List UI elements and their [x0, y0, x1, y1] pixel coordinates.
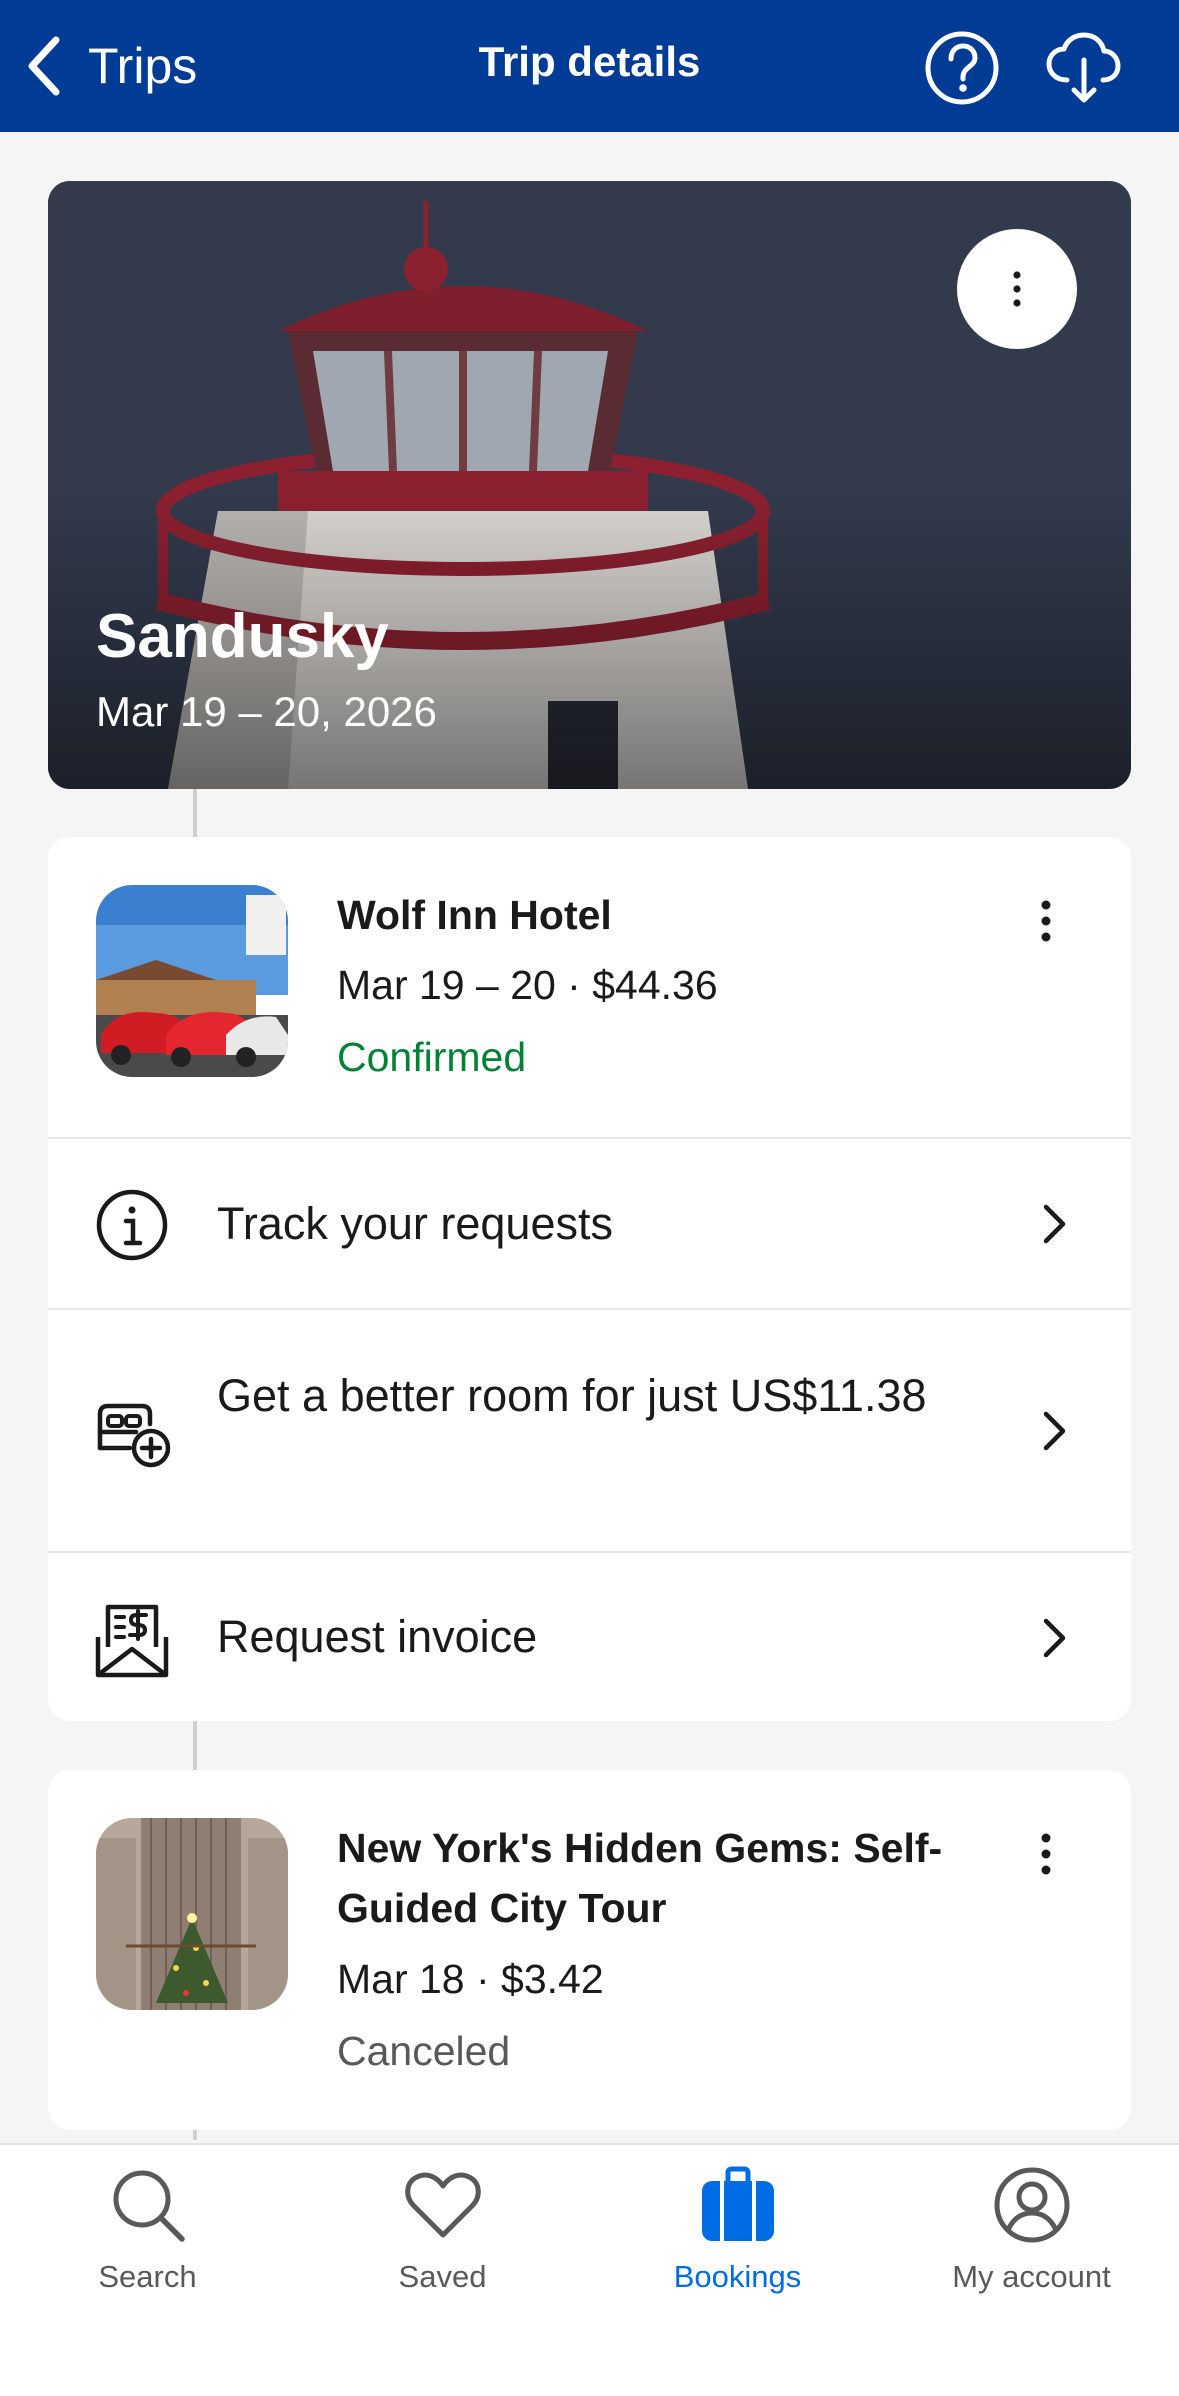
hotel-dates-price: Mar 19 – 20 · $44.36 — [337, 962, 718, 1008]
hotel-name: Wolf Inn Hotel — [337, 892, 612, 938]
request-invoice-label: Request invoice — [217, 1611, 538, 1662]
nav-search[interactable]: Search — [0, 2165, 295, 2365]
chevron-right-icon — [1036, 1199, 1072, 1249]
track-requests-label: Track your requests — [217, 1198, 613, 1249]
nav-my-account-label: My account — [952, 2259, 1111, 2294]
trip-dates: Mar 19 – 20, 2026 — [96, 688, 437, 735]
trip-hero-card[interactable]: Sandusky Mar 19 – 20, 2026 — [48, 181, 1131, 789]
more-vertical-icon — [1013, 271, 1021, 307]
heart-icon — [404, 2172, 481, 2238]
nav-bookings[interactable]: Bookings — [590, 2165, 885, 2365]
nav-saved-label: Saved — [398, 2259, 487, 2294]
suitcase-icon — [701, 2166, 774, 2241]
tour-image — [96, 1818, 288, 2010]
bottom-navigation: Search Saved Bookings My account — [0, 2143, 1179, 2396]
download-button[interactable] — [1043, 28, 1123, 108]
tour-more-button[interactable] — [1026, 1824, 1066, 1884]
hotel-image — [96, 885, 288, 1077]
more-vertical-icon — [1041, 1833, 1051, 1875]
request-invoice-row[interactable]: Request invoice — [48, 1551, 1131, 1721]
help-button[interactable] — [922, 28, 1002, 108]
nav-my-account[interactable]: My account — [884, 2165, 1179, 2365]
tour-name: New York's Hidden Gems: Self-Guided City… — [337, 1825, 943, 1931]
invoice-icon — [92, 1601, 172, 1681]
track-requests-row[interactable]: Track your requests — [48, 1137, 1131, 1308]
hotel-booking-card: Wolf Inn Hotel Mar 19 – 20 · $44.36 Conf… — [48, 837, 1131, 1721]
info-icon — [92, 1185, 172, 1265]
nav-bookings-label: Bookings — [673, 2259, 802, 2294]
chevron-right-icon — [1036, 1613, 1072, 1663]
tour-date-price: Mar 18 · $3.42 — [337, 1956, 604, 2002]
account-icon — [994, 2167, 1069, 2243]
back-label: Trips — [88, 38, 198, 94]
tour-booking-card[interactable]: New York's Hidden Gems: Self-Guided City… — [48, 1770, 1131, 2130]
chevron-right-icon — [1036, 1406, 1072, 1456]
more-vertical-icon — [1041, 900, 1051, 942]
trip-title: Sandusky — [96, 602, 389, 671]
hotel-thumbnail — [96, 885, 288, 1077]
back-button[interactable]: Trips — [22, 34, 197, 98]
nav-saved[interactable]: Saved — [295, 2165, 590, 2365]
room-upgrade-label: Get a better room for just US$11.38 — [217, 1370, 927, 1421]
tour-status: Canceled — [337, 2028, 511, 2074]
search-icon — [113, 2170, 185, 2242]
bed-add-icon — [92, 1390, 172, 1470]
trip-more-button[interactable] — [957, 229, 1077, 349]
hotel-booking-summary[interactable]: Wolf Inn Hotel Mar 19 – 20 · $44.36 Conf… — [48, 837, 1131, 1137]
help-icon — [925, 31, 999, 105]
room-upgrade-row[interactable]: Get a better room for just US$11.38 — [48, 1308, 1131, 1551]
hotel-more-button[interactable] — [1026, 891, 1066, 951]
tour-thumbnail — [96, 1818, 288, 2010]
top-app-bar: Trips Trip details — [0, 0, 1179, 132]
chevron-left-icon — [28, 36, 60, 96]
nav-search-label: Search — [98, 2259, 197, 2294]
cloud-download-icon — [1046, 32, 1121, 103]
hotel-status: Confirmed — [337, 1034, 527, 1080]
